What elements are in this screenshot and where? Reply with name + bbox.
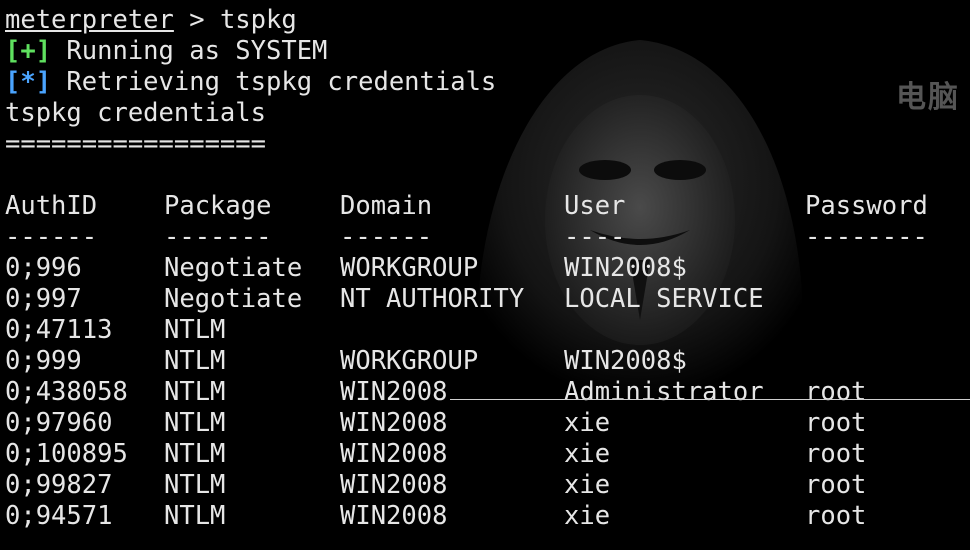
prompt-label: meterpreter (5, 5, 174, 35)
separator-domain: ------ (340, 222, 433, 252)
cell-package: NTLM (164, 501, 226, 531)
header-authid: AuthID (5, 191, 98, 221)
status-text: Retrieving tspkg credentials (51, 67, 497, 97)
cell-user: WIN2008$ (564, 253, 687, 283)
cell-password: root (805, 470, 867, 500)
command-text: tspkg (219, 5, 297, 35)
cell-user: Administrator (564, 377, 764, 407)
cell-domain: WIN2008 (340, 470, 448, 500)
cell-domain: WIN2008 (340, 377, 448, 407)
cell-authid: 0;47113 (5, 315, 113, 345)
cell-user: xie (564, 470, 611, 500)
header-password: Password (805, 191, 928, 221)
cell-package: NTLM (164, 377, 226, 407)
header-user: User (564, 191, 626, 221)
cell-authid: 0;996 (5, 253, 82, 283)
section-title: tspkg credentials (5, 98, 266, 128)
separator-authid: ------ (5, 222, 98, 252)
hooded-figure-backdrop (476, 40, 804, 400)
cell-password: root (805, 501, 867, 531)
cell-authid: 0;94571 (5, 501, 113, 531)
cell-user: xie (564, 439, 611, 469)
cell-domain: WIN2008 (340, 408, 448, 438)
highlight-underline (450, 399, 970, 400)
separator-password: -------- (805, 222, 928, 252)
cell-package: NTLM (164, 346, 226, 376)
separator-package: ------- (164, 222, 272, 252)
command-line: meterpreter > tspkg (5, 5, 297, 36)
header-domain: Domain (340, 191, 433, 221)
cell-user: LOCAL SERVICE (564, 284, 764, 314)
cell-user: WIN2008$ (564, 346, 687, 376)
cell-domain: WIN2008 (340, 501, 448, 531)
cell-package: Negotiate (164, 253, 303, 283)
separator-user: ---- (564, 222, 626, 252)
cell-authid: 0;100895 (5, 439, 128, 469)
cell-authid: 0;97960 (5, 408, 113, 438)
cell-package: NTLM (164, 408, 226, 438)
cell-password: root (805, 439, 867, 469)
cell-domain: WIN2008 (340, 439, 448, 469)
watermark-text: 电脑 (896, 80, 960, 115)
cell-user: xie (564, 501, 611, 531)
header-package: Package (164, 191, 272, 221)
cell-authid: 0;438058 (5, 377, 128, 407)
status-text: Running as SYSTEM (51, 36, 328, 66)
status-line-info: [*] Retrieving tspkg credentials (5, 67, 496, 98)
terminal-window[interactable]: 电脑 meterpreter > tspkg [+] Running as SY… (0, 0, 970, 550)
status-line-success: [+] Running as SYSTEM (5, 36, 327, 67)
cell-domain: WORKGROUP (340, 253, 479, 283)
cell-authid: 0;99827 (5, 470, 113, 500)
prompt-separator: > (173, 5, 220, 35)
cell-authid: 0;997 (5, 284, 82, 314)
cell-domain: WORKGROUP (340, 346, 479, 376)
cell-package: NTLM (164, 315, 226, 345)
success-tag: [+] (5, 36, 52, 66)
cell-authid: 0;999 (5, 346, 82, 376)
cell-package: NTLM (164, 439, 226, 469)
section-rule: ================= (5, 129, 266, 159)
cell-password: root (805, 377, 867, 407)
cell-package: NTLM (164, 470, 226, 500)
info-tag: [*] (5, 67, 52, 97)
cell-password: root (805, 408, 867, 438)
cell-user: xie (564, 408, 611, 438)
cell-domain: NT AUTHORITY (340, 284, 525, 314)
cell-package: Negotiate (164, 284, 303, 314)
